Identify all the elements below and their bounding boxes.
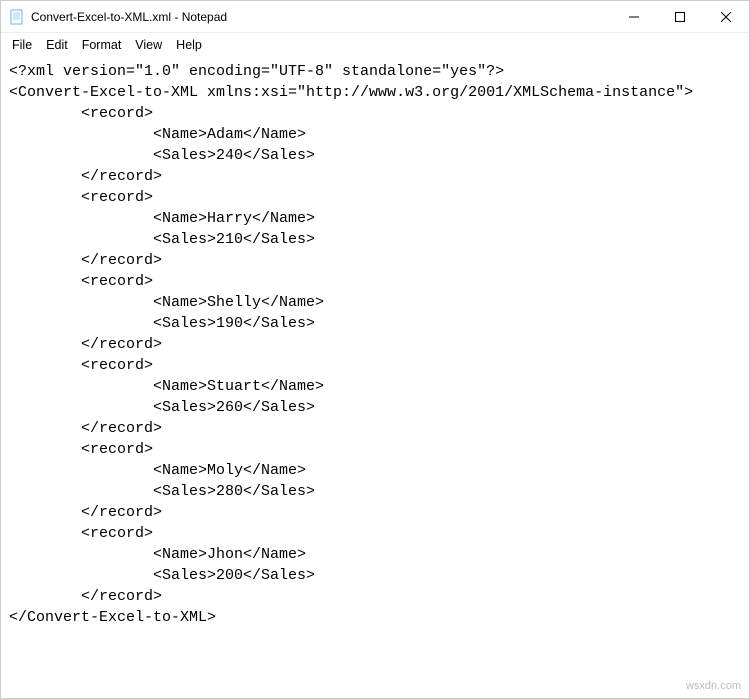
- menu-format[interactable]: Format: [75, 36, 129, 54]
- menubar: File Edit Format View Help: [1, 35, 749, 55]
- titlebar: Convert-Excel-to-XML.xml - Notepad: [1, 1, 749, 33]
- menu-view[interactable]: View: [128, 36, 169, 54]
- minimize-button[interactable]: [611, 1, 657, 32]
- menu-help[interactable]: Help: [169, 36, 209, 54]
- window-controls: [611, 1, 749, 32]
- text-area[interactable]: <?xml version="1.0" encoding="UTF-8" sta…: [1, 59, 749, 630]
- close-button[interactable]: [703, 1, 749, 32]
- menu-file[interactable]: File: [5, 36, 39, 54]
- menu-edit[interactable]: Edit: [39, 36, 75, 54]
- window-title: Convert-Excel-to-XML.xml - Notepad: [31, 10, 611, 24]
- maximize-button[interactable]: [657, 1, 703, 32]
- watermark: wsxdn.com: [686, 680, 741, 692]
- notepad-icon: [9, 9, 25, 25]
